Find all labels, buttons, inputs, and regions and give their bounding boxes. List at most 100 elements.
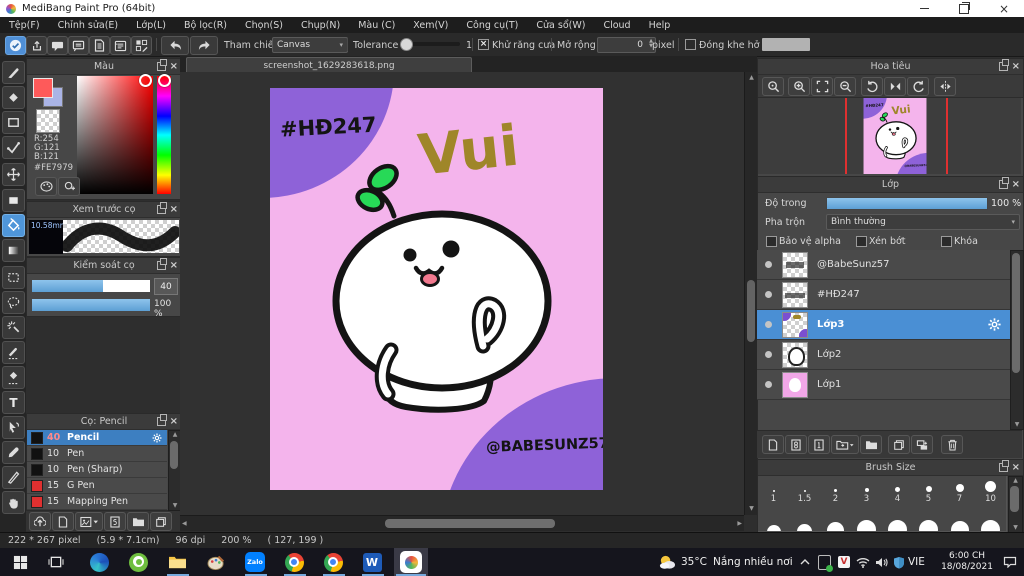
- brush-upload-button[interactable]: [29, 512, 51, 531]
- tool-transform[interactable]: [2, 416, 25, 439]
- redo-button[interactable]: [190, 36, 218, 55]
- alpha-protect-checkbox[interactable]: [766, 236, 777, 247]
- saturation-value-picker[interactable]: [77, 74, 153, 194]
- taskbar-active-tile[interactable]: [394, 548, 428, 576]
- foreground-color-swatch[interactable]: [33, 78, 53, 98]
- minimize-button[interactable]: [904, 0, 944, 17]
- navigator-preview[interactable]: [758, 98, 1021, 174]
- nav-reset-rotation-button[interactable]: [884, 77, 906, 96]
- layer-add-folder-button[interactable]: [831, 435, 859, 454]
- layer-visibility-dot[interactable]: [765, 291, 772, 298]
- taskbar-coccoc[interactable]: [126, 550, 150, 574]
- layer-merge-button[interactable]: [911, 435, 933, 454]
- restore-button[interactable]: [944, 0, 984, 17]
- tool-gradient[interactable]: [2, 239, 25, 262]
- brush-size-cell[interactable]: 5: [913, 476, 945, 505]
- tool-text[interactable]: T: [2, 391, 25, 414]
- layer-visibility-dot[interactable]: [765, 351, 772, 358]
- brush-size-cell[interactable]: [789, 504, 821, 532]
- layer-duplicate-button[interactable]: [888, 435, 910, 454]
- menu-snap[interactable]: Chụp(N): [292, 20, 349, 31]
- scrollbar-thumb[interactable]: [170, 441, 178, 469]
- reference-select[interactable]: Canvas ▾: [272, 37, 348, 53]
- layer-folder-button[interactable]: [860, 435, 882, 454]
- close-icon[interactable]: ×: [170, 205, 178, 215]
- form-list-button[interactable]: [110, 36, 131, 55]
- layer-row-lop3[interactable]: Lớp3: [757, 310, 1010, 340]
- close-icon[interactable]: ×: [170, 62, 178, 72]
- scroll-down-icon[interactable]: ▼: [1009, 524, 1022, 532]
- brush-size-scrollbar[interactable]: ▲ ▼: [1008, 476, 1023, 533]
- scroll-up-icon[interactable]: ▲: [1009, 477, 1022, 485]
- brush-size-cell[interactable]: 1: [758, 476, 790, 505]
- cloud-save-button[interactable]: [5, 36, 26, 55]
- sv-cursor[interactable]: [139, 74, 152, 87]
- close-gap-swatch[interactable]: [762, 38, 810, 51]
- palette-button[interactable]: [35, 177, 57, 196]
- clipping-checkbox[interactable]: [856, 236, 867, 247]
- expand-stepper[interactable]: 0 ▲ ▼: [597, 37, 656, 53]
- close-icon[interactable]: ×: [1012, 62, 1020, 72]
- menu-select[interactable]: Chọn(S): [236, 20, 292, 31]
- brush-duplicate-button[interactable]: [150, 512, 172, 531]
- layer-new-8bit-button[interactable]: [785, 435, 807, 454]
- share-button[interactable]: [26, 36, 47, 55]
- brush-list-header[interactable]: Cọ: Pencil ×: [27, 414, 181, 430]
- layer-visibility-dot[interactable]: [765, 321, 772, 328]
- language-indicator[interactable]: VIE: [908, 556, 925, 568]
- menu-edit[interactable]: Chỉnh sửa(E): [49, 20, 128, 31]
- brush-row-pencil[interactable]: 40 Pencil: [27, 430, 167, 446]
- palette-add-button[interactable]: [58, 177, 80, 196]
- brush-size-cell[interactable]: [882, 504, 914, 532]
- layer-row-hd247[interactable]: #HĐ247: [757, 280, 1010, 310]
- brush-size-cell[interactable]: 4: [882, 476, 914, 505]
- hue-cursor[interactable]: [158, 74, 171, 87]
- menu-window[interactable]: Cửa sổ(W): [527, 20, 594, 31]
- scroll-right-icon[interactable]: ▶: [737, 520, 742, 528]
- brush-folder-button[interactable]: [127, 512, 149, 531]
- popout-icon[interactable]: [156, 258, 167, 270]
- menu-tools[interactable]: Công cụ(T): [457, 20, 527, 31]
- tool-select-rect[interactable]: [2, 266, 25, 289]
- scrollbar-thumb[interactable]: [385, 519, 555, 528]
- tool-divide[interactable]: [2, 466, 25, 489]
- tool-move[interactable]: [2, 163, 25, 186]
- canvas-vscrollbar[interactable]: ▲ ▼: [744, 72, 758, 515]
- menu-cloud[interactable]: Cloud: [594, 20, 639, 31]
- nav-zoom-out-button[interactable]: [834, 77, 856, 96]
- clock[interactable]: 6:00 CH 18/08/2021: [938, 551, 996, 573]
- brush-script-button[interactable]: [104, 512, 126, 531]
- popout-icon[interactable]: [998, 59, 1009, 71]
- brush-size-cell[interactable]: 3: [851, 476, 883, 505]
- layer-new-button[interactable]: [762, 435, 784, 454]
- brush-size-cell[interactable]: 7: [944, 476, 976, 505]
- tool-select-pen[interactable]: [2, 341, 25, 364]
- nav-zoom-in-button[interactable]: [788, 77, 810, 96]
- taskbar-word[interactable]: W: [360, 550, 384, 574]
- popout-icon[interactable]: [998, 177, 1009, 189]
- tool-bucket[interactable]: [2, 214, 25, 237]
- tolerance-slider[interactable]: [400, 38, 460, 51]
- brush-row-g-pen[interactable]: 15 G Pen: [27, 478, 167, 494]
- brush-size-value[interactable]: 40: [154, 278, 178, 295]
- chat-lines-button[interactable]: [68, 36, 89, 55]
- brush-row-mapping-pen[interactable]: 15 Mapping Pen: [27, 494, 167, 510]
- scroll-left-icon[interactable]: ◀: [182, 520, 187, 528]
- tool-lasso[interactable]: [2, 291, 25, 314]
- transparent-color-swatch[interactable]: [36, 109, 60, 133]
- close-gap-checkbox[interactable]: [685, 39, 696, 50]
- color-panel-header[interactable]: Màu ×: [27, 59, 181, 75]
- menu-file[interactable]: Tệp(F): [0, 20, 49, 31]
- layer-row-lop1[interactable]: Lớp1: [757, 370, 1010, 400]
- brush-size-cell[interactable]: 10: [975, 476, 1007, 505]
- tool-select-eraser[interactable]: [2, 366, 25, 389]
- brush-size-cell[interactable]: 2: [820, 476, 852, 505]
- action-center-button[interactable]: [998, 550, 1022, 574]
- nav-zoom-actual-button[interactable]: [762, 77, 784, 96]
- brush-opacity-slider[interactable]: [32, 299, 150, 311]
- layer-settings-gear-icon[interactable]: [987, 317, 1002, 332]
- canvas-artwork[interactable]: [270, 88, 603, 490]
- antialias-checkbox[interactable]: ×: [478, 39, 489, 50]
- weather-temp[interactable]: 35°C: [681, 556, 707, 568]
- brush-size-cell[interactable]: [944, 504, 976, 532]
